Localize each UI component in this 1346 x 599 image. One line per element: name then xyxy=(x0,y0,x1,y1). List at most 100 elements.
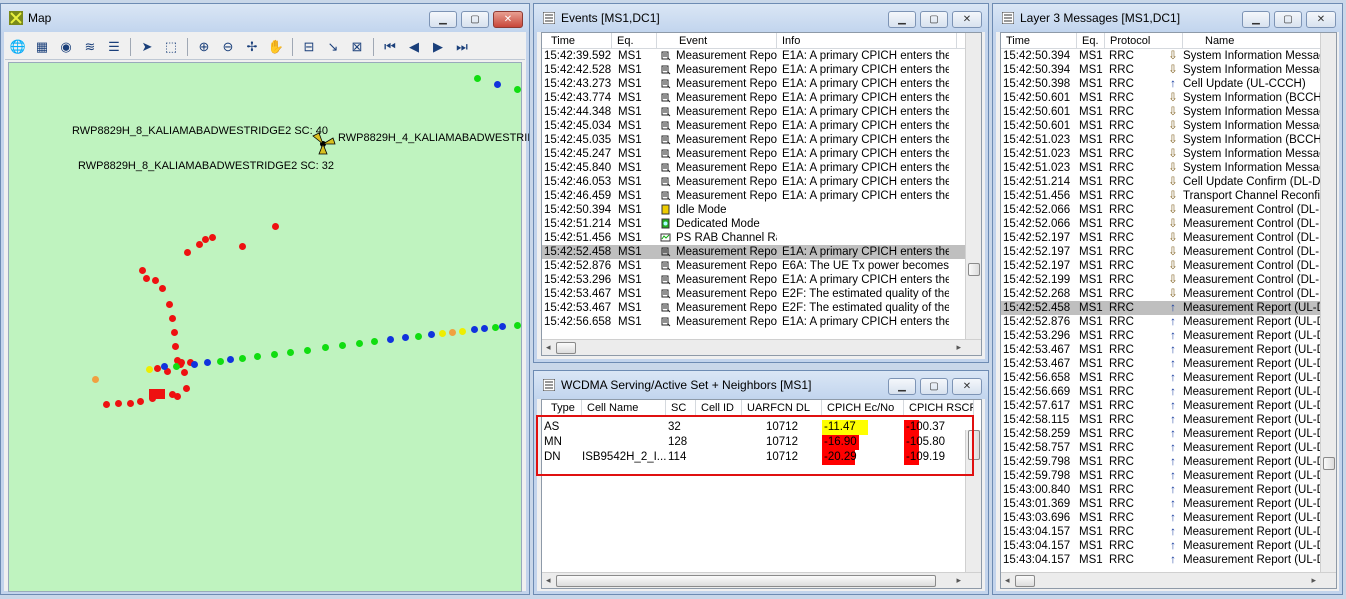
table-row[interactable]: 15:42:51.023 MS1 RRC ⇩ System Information (B… xyxy=(1001,133,1336,147)
table-row[interactable]: 15:42:44.348 MS1 Measurement Report 1 E1A: … xyxy=(542,105,981,119)
drive-test-point[interactable] xyxy=(174,393,181,400)
column-header[interactable]: Eq. xyxy=(1077,33,1105,48)
table-row[interactable]: 15:42:46.053 MS1 Measurement Report 1 E1A: … xyxy=(542,175,981,189)
drive-test-point[interactable] xyxy=(254,353,261,360)
table-row[interactable]: 15:42:56.658 MS1 Measurement Report 1 E1A: … xyxy=(542,315,981,329)
drive-test-point[interactable] xyxy=(492,324,499,331)
table-row[interactable]: 15:43:04.157 MS1 RRC ↑ Measurement Report (U… xyxy=(1001,553,1336,567)
drive-test-point[interactable] xyxy=(272,223,279,230)
drive-test-point[interactable] xyxy=(449,329,456,336)
table-row[interactable]: 15:42:52.876 MS1 Measurement Report 6 E6A: … xyxy=(542,259,981,273)
table-row[interactable]: 15:43:04.157 MS1 RRC ↑ Measurement Report (U… xyxy=(1001,539,1336,553)
minimize-button[interactable]: ▁ xyxy=(888,11,916,28)
drive-test-point[interactable] xyxy=(146,366,153,373)
drive-test-point[interactable] xyxy=(171,329,178,336)
table-row[interactable]: 15:42:39.592 MS1 Measurement Report 1 E1A: … xyxy=(542,49,981,63)
layers-icon[interactable]: ≋ xyxy=(79,37,101,57)
maximize-button[interactable]: ▢ xyxy=(1274,11,1302,28)
pan-hand-icon[interactable]: ✋ xyxy=(265,37,287,57)
table-row[interactable]: 15:42:51.214 MS1 Dedicated Mode xyxy=(542,217,981,231)
next-icon[interactable]: ▶ xyxy=(427,37,449,57)
drive-test-point[interactable] xyxy=(514,86,521,93)
drive-test-point[interactable] xyxy=(191,361,198,368)
table-row[interactable]: 15:42:51.023 MS1 RRC ⇩ System Information Me… xyxy=(1001,147,1336,161)
table-row[interactable]: 15:42:45.247 MS1 Measurement Report 1 E1A: … xyxy=(542,147,981,161)
drive-test-point[interactable] xyxy=(439,330,446,337)
horizontal-scrollbar[interactable]: ◂ ▸ xyxy=(542,339,981,355)
drive-test-point[interactable] xyxy=(184,249,191,256)
map-canvas[interactable]: RWP8829H_8_KALIAMABADWESTRIDGE2 SC: 40 R… xyxy=(8,62,529,592)
drive-test-point[interactable] xyxy=(183,385,190,392)
drive-test-point[interactable] xyxy=(356,340,363,347)
zoom-in-icon[interactable]: ⊕ xyxy=(193,37,215,57)
column-header[interactable]: Time xyxy=(1001,33,1077,48)
column-header[interactable]: Protocol xyxy=(1105,33,1183,48)
table-row[interactable]: 15:42:45.034 MS1 Measurement Report 1 E1A: … xyxy=(542,119,981,133)
table-row[interactable]: 15:42:52.197 MS1 RRC ⇩ Measurement Control (… xyxy=(1001,259,1336,273)
vertical-scrollbar[interactable] xyxy=(965,33,981,339)
minimize-button[interactable]: ▁ xyxy=(1242,11,1270,28)
close-button[interactable]: ✕ xyxy=(952,378,982,395)
column-header[interactable]: CPICH Ec/No xyxy=(822,400,904,416)
drive-test-point[interactable] xyxy=(239,243,246,250)
column-header[interactable]: Info xyxy=(777,33,957,48)
close-button[interactable]: ✕ xyxy=(952,11,982,28)
table-row[interactable]: 15:43:04.157 MS1 RRC ↑ Measurement Report (U… xyxy=(1001,525,1336,539)
drive-test-point[interactable] xyxy=(217,358,224,365)
drive-test-point[interactable] xyxy=(178,359,185,366)
drive-test-point[interactable] xyxy=(514,322,521,329)
column-header[interactable]: Name xyxy=(1183,33,1323,48)
table-row[interactable]: 15:42:57.617 MS1 RRC ↑ Measurement Report (U… xyxy=(1001,399,1336,413)
drive-test-point[interactable] xyxy=(143,275,150,282)
drive-test-point[interactable] xyxy=(152,277,159,284)
drive-test-point[interactable] xyxy=(209,234,216,241)
table-row[interactable]: 15:42:52.458 MS1 RRC ↑ Measurement Report (U… xyxy=(1001,301,1336,315)
table-row[interactable]: 15:43:01.369 MS1 RRC ↑ Measurement Report (U… xyxy=(1001,497,1336,511)
scroll-right-icon[interactable]: ▸ xyxy=(956,342,961,353)
select-area-icon[interactable]: ⬚ xyxy=(160,37,182,57)
drive-test-point[interactable] xyxy=(371,338,378,345)
scroll-left-icon[interactable]: ◂ xyxy=(546,575,551,586)
column-header[interactable]: Eq. xyxy=(612,33,657,48)
drive-test-point[interactable] xyxy=(428,331,435,338)
table-row[interactable]: 15:42:46.459 MS1 Measurement Report 1 E1A: … xyxy=(542,189,981,203)
table-row[interactable]: 15:42:50.394 MS1 RRC ⇩ System Information Me… xyxy=(1001,49,1336,63)
image-layer-icon[interactable]: ▦ xyxy=(31,37,53,57)
scroll-left-icon[interactable]: ◂ xyxy=(1005,575,1010,586)
drive-test-point[interactable] xyxy=(227,356,234,363)
previous-icon[interactable]: ◀ xyxy=(403,37,425,57)
drive-test-point[interactable] xyxy=(271,351,278,358)
drive-test-point[interactable] xyxy=(287,349,294,356)
drive-test-point[interactable] xyxy=(499,323,506,330)
wcdma-titlebar[interactable]: WCDMA Serving/Active Set + Neighbors [MS… xyxy=(534,371,988,399)
table-row[interactable]: 15:42:58.115 MS1 RRC ↑ Measurement Report (U… xyxy=(1001,413,1336,427)
table-row[interactable]: 15:42:52.066 MS1 RRC ⇩ Measurement Control (… xyxy=(1001,203,1336,217)
table-row[interactable]: 15:43:00.840 MS1 RRC ↑ Measurement Report (U… xyxy=(1001,483,1336,497)
drive-test-point[interactable] xyxy=(387,336,394,343)
drive-test-point[interactable] xyxy=(494,81,501,88)
drive-test-point[interactable] xyxy=(196,241,203,248)
measure-icon[interactable]: ⊟ xyxy=(298,37,320,57)
column-header[interactable]: Cell ID xyxy=(696,400,742,416)
column-header[interactable]: Time xyxy=(542,33,612,48)
table-row[interactable]: 15:42:53.467 MS1 RRC ↑ Measurement Report (U… xyxy=(1001,343,1336,357)
zoom-out-icon[interactable]: ⊖ xyxy=(217,37,239,57)
table-row[interactable]: 15:42:51.456 MS1 RRC ⇩ Transport Channel Rec… xyxy=(1001,189,1336,203)
legend-list-icon[interactable]: ☰ xyxy=(103,37,125,57)
column-header[interactable]: SC xyxy=(666,400,696,416)
drive-test-point[interactable] xyxy=(166,301,173,308)
drive-test-point[interactable] xyxy=(169,315,176,322)
drive-test-point[interactable] xyxy=(402,334,409,341)
table-row[interactable]: 15:42:58.259 MS1 RRC ↑ Measurement Report (U… xyxy=(1001,427,1336,441)
table-row[interactable]: 15:42:52.197 MS1 RRC ⇩ Measurement Control (… xyxy=(1001,231,1336,245)
drive-test-point[interactable] xyxy=(154,365,161,372)
drive-test-point[interactable] xyxy=(159,285,166,292)
drive-test-point[interactable] xyxy=(322,344,329,351)
drive-test-point[interactable] xyxy=(115,400,122,407)
route-icon[interactable]: ↘ xyxy=(322,37,344,57)
minimize-button[interactable]: ▁ xyxy=(888,378,916,395)
scroll-left-icon[interactable]: ◂ xyxy=(546,342,551,353)
scroll-thumb[interactable] xyxy=(556,575,936,587)
table-row[interactable]: 15:42:50.394 MS1 Idle Mode xyxy=(542,203,981,217)
table-row[interactable]: 15:42:53.467 MS1 Measurement Report 2 E2F: … xyxy=(542,301,981,315)
